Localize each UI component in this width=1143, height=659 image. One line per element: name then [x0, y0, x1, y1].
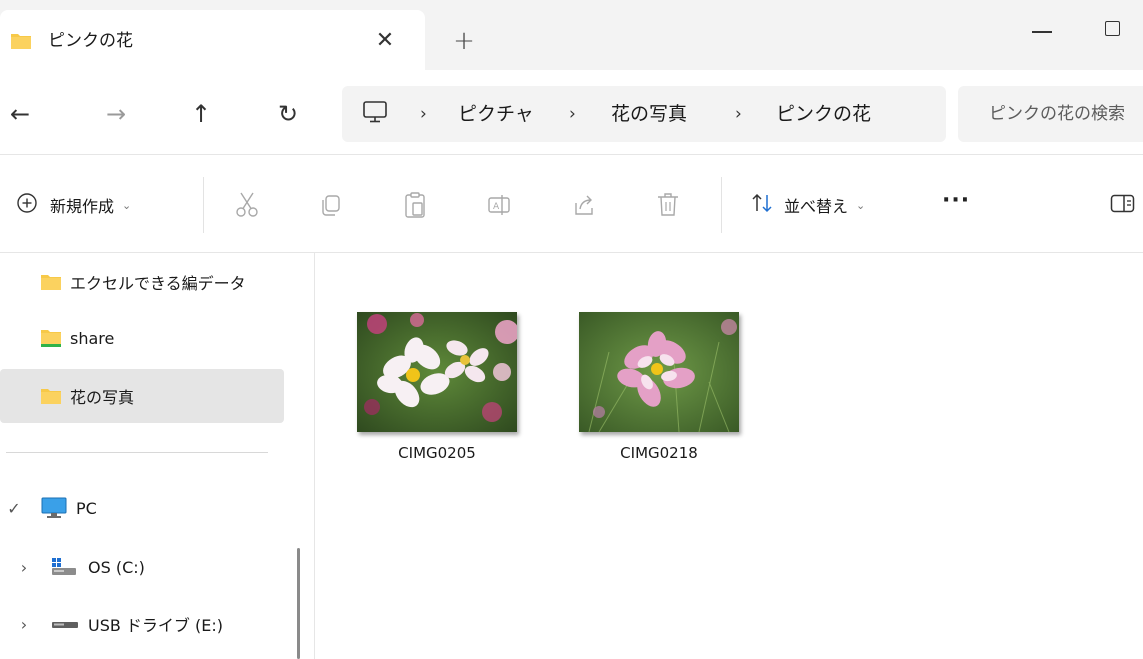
file-name: CIMG0218	[620, 444, 698, 462]
rename-icon[interactable]: A	[485, 190, 513, 220]
sidebar-item-label: share	[70, 328, 115, 348]
back-button[interactable]: ←	[2, 96, 38, 132]
pane-divider[interactable]	[314, 253, 315, 659]
system-drive-icon	[50, 556, 80, 578]
sidebar-item-usb-e[interactable]: › USB ドライブ (E:)	[0, 600, 284, 648]
close-tab-icon[interactable]: ✕	[371, 24, 399, 58]
pc-icon	[40, 496, 68, 520]
sort-arrows-icon	[750, 192, 774, 218]
folder-icon	[40, 387, 62, 405]
usb-drive-icon	[50, 616, 80, 632]
paste-icon[interactable]	[401, 190, 429, 220]
sidebar-item-share[interactable]: share	[0, 314, 284, 362]
new-button[interactable]: 新規作成 ⌄	[16, 188, 131, 222]
sidebar-divider	[6, 452, 268, 453]
breadcrumb-pink-flowers[interactable]: ピンクの花	[776, 97, 871, 131]
forward-button[interactable]: →	[98, 96, 134, 132]
file-item-cimg0218[interactable]: CIMG0218	[579, 312, 759, 464]
refresh-button[interactable]: ↻	[270, 96, 306, 132]
sidebar-item-excel-data[interactable]: エクセルできる編データ	[0, 258, 284, 306]
sidebar-item-label: エクセルできる編データ	[70, 274, 246, 293]
sort-label: 並べ替え	[784, 197, 849, 216]
sidebar-item-label: USB ドライブ (E:)	[88, 616, 224, 635]
maximize-button[interactable]	[1100, 12, 1122, 42]
new-tab-button[interactable]: +	[447, 24, 481, 58]
image-thumbnail	[357, 312, 519, 432]
breadcrumb-separator: ›	[420, 104, 427, 124]
sidebar-item-os-c[interactable]: › OS (C:)	[0, 543, 284, 591]
copy-icon[interactable]	[317, 190, 345, 220]
expander-collapsed-icon[interactable]: ›	[14, 615, 34, 634]
cut-icon[interactable]	[233, 190, 261, 220]
folder-icon	[10, 32, 32, 54]
plus-circle-icon	[16, 192, 38, 218]
image-thumbnail	[579, 312, 739, 433]
file-name: CIMG0205	[398, 444, 476, 462]
breadcrumb-pictures[interactable]: ピクチャ	[458, 97, 534, 131]
share-icon[interactable]	[570, 190, 598, 220]
more-options-button[interactable]: ···	[942, 190, 978, 216]
tab-title: ピンクの花	[48, 31, 133, 51]
delete-icon[interactable]	[654, 190, 682, 220]
svg-text:A: A	[493, 202, 500, 212]
toolbar-divider	[203, 177, 204, 233]
chevron-down-icon: ⌄	[122, 198, 132, 212]
file-item-cimg0205[interactable]: CIMG0205	[357, 312, 537, 464]
breadcrumb-separator: ›	[569, 104, 576, 124]
expander-collapsed-icon[interactable]: ›	[14, 558, 34, 577]
chevron-down-icon: ⌄	[856, 198, 866, 212]
sidebar-item-label: OS (C:)	[88, 557, 145, 577]
minimize-button[interactable]	[1028, 10, 1058, 46]
sidebar-item-label: PC	[76, 498, 97, 518]
sidebar-item-flower-photos[interactable]: 花の写真	[0, 369, 284, 423]
toolbar-divider	[721, 177, 722, 233]
sidebar-item-pc[interactable]: ✓ PC	[0, 484, 284, 532]
expander-expanded-icon[interactable]: ✓	[4, 499, 24, 518]
breadcrumb-separator: ›	[735, 104, 742, 124]
details-pane-icon[interactable]	[1110, 193, 1143, 219]
sort-button[interactable]: 並べ替え ⌄	[750, 188, 865, 222]
monitor-icon[interactable]	[362, 100, 388, 128]
new-label: 新規作成	[50, 197, 115, 216]
folder-icon	[40, 273, 62, 291]
breadcrumb-flower-photos[interactable]: 花の写真	[611, 97, 687, 131]
up-button[interactable]: ↑	[183, 96, 219, 132]
sidebar-item-label: 花の写真	[70, 388, 135, 407]
shared-folder-icon	[40, 328, 62, 348]
sidebar-scrollbar[interactable]	[297, 548, 300, 659]
search-placeholder: ピンクの花の検索	[989, 104, 1125, 124]
